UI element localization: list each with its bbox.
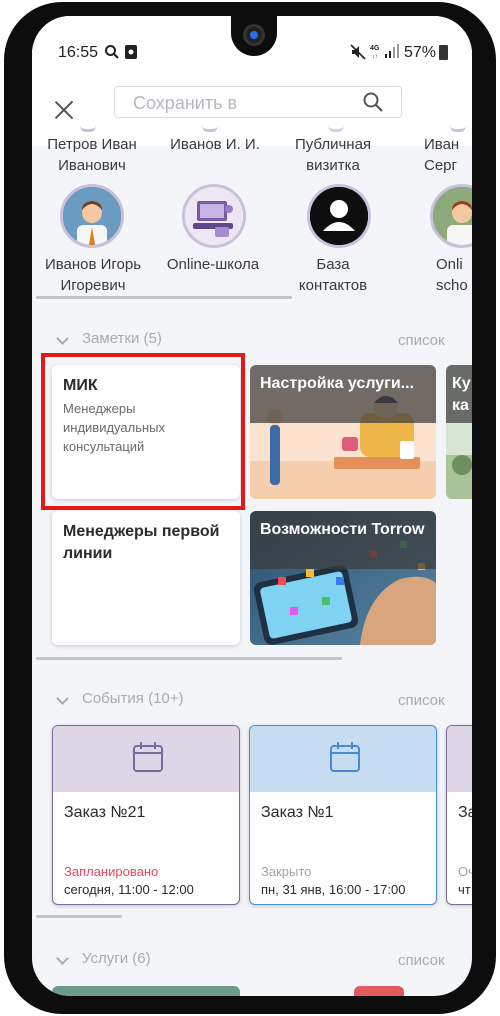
- events-list-link[interactable]: список: [398, 692, 445, 709]
- note-card[interactable]: Возможности Torrow: [250, 511, 436, 645]
- note-title: Настройка услуги...: [250, 365, 436, 423]
- notes-list-link[interactable]: список: [398, 332, 445, 349]
- event-card-header: [250, 726, 436, 792]
- event-status: Запланировано: [64, 864, 159, 879]
- search-status-icon: [105, 45, 119, 59]
- search-input[interactable]: [133, 91, 353, 115]
- service-card[interactable]: [354, 986, 404, 996]
- contact-item[interactable]: Online-школа: [158, 254, 268, 275]
- avatar[interactable]: [182, 184, 246, 248]
- person-avatar-icon: [433, 187, 472, 245]
- contact-name: Online-школа: [166, 256, 260, 273]
- note-title: Менеджеры первой линии: [63, 523, 220, 562]
- battery-icon: [439, 45, 448, 60]
- contact-name: Публичная визитка: [294, 136, 372, 174]
- note-card[interactable]: Ку ка: [446, 365, 472, 499]
- close-icon[interactable]: [52, 98, 76, 122]
- phone-screen: 16:55 4G ↓↑ 57% Петров Иван: [32, 16, 472, 996]
- user-icon: [310, 187, 368, 245]
- avatar[interactable]: [430, 184, 472, 248]
- contact-item[interactable]: Иванов Игорь Игоревич: [34, 254, 152, 296]
- services-header[interactable]: Услуги (6): [82, 950, 151, 967]
- power-button: [488, 262, 496, 372]
- scroll-indicator: [36, 657, 342, 660]
- event-status: Оч: [458, 864, 472, 879]
- scroll-indicator: [36, 296, 292, 299]
- calendar-icon: [330, 742, 360, 772]
- contact-item[interactable]: Иван Серг: [424, 134, 472, 176]
- event-status: Закрыто: [261, 864, 312, 879]
- school-avatar-icon: [185, 187, 243, 245]
- note-title: МИК: [63, 377, 98, 394]
- event-time: чт: [458, 882, 471, 897]
- app-status-icon: [125, 45, 137, 59]
- event-title: За: [458, 804, 472, 821]
- contact-name: Иван Серг: [424, 136, 460, 174]
- contact-item[interactable]: База контактов: [288, 254, 378, 296]
- contact-name: Петров Иван Иванович: [47, 136, 137, 174]
- event-title: Заказ №21: [64, 804, 146, 821]
- volume-button: [6, 226, 14, 306]
- event-time: сегодня, 11:00 - 12:00: [64, 882, 194, 897]
- chevron-down-icon[interactable]: [56, 332, 69, 345]
- contact-name: Иванов Игорь Игоревич: [44, 256, 142, 294]
- event-card[interactable]: Заказ №21 Запланировано сегодня, 11:00 -…: [52, 725, 240, 905]
- contact-item[interactable]: Onli scho: [436, 254, 472, 296]
- person-avatar-icon: [63, 187, 121, 245]
- service-card[interactable]: [52, 986, 240, 996]
- volume-button: [6, 322, 14, 396]
- event-card-header: [447, 726, 472, 792]
- event-card[interactable]: Заказ №1 Закрыто пн, 31 янв, 16:00 - 17:…: [249, 725, 437, 905]
- note-title: Ку ка: [446, 365, 472, 423]
- contact-name: Onli scho: [436, 256, 468, 294]
- contact-name: Иванов И. И.: [170, 136, 260, 153]
- avatar[interactable]: [307, 184, 371, 248]
- status-time: 16:55: [58, 44, 99, 61]
- contact-item[interactable]: Иванов И. И.: [160, 134, 270, 155]
- mute-icon: [350, 44, 366, 60]
- services-list-link[interactable]: список: [398, 952, 445, 969]
- event-time: пн, 31 янв, 16:00 - 17:00: [261, 882, 406, 897]
- avatar[interactable]: [60, 184, 124, 248]
- note-subtitle: Менеджеры индивидуальных консультаций: [63, 401, 166, 454]
- search-icon[interactable]: [363, 92, 383, 112]
- event-title: Заказ №1: [261, 804, 334, 821]
- notes-header[interactable]: Заметки (5): [82, 330, 162, 347]
- note-title: Возможности Torrow: [250, 511, 436, 569]
- note-card[interactable]: Менеджеры первой линии: [52, 511, 240, 645]
- event-card[interactable]: За Оч чт: [446, 725, 472, 905]
- contact-item[interactable]: Публичная визитка: [283, 134, 383, 176]
- battery-level: 57%: [404, 44, 437, 61]
- svg-text:4G: 4G: [370, 45, 380, 52]
- chevron-down-icon[interactable]: [56, 952, 69, 965]
- contact-item[interactable]: Петров Иван Иванович: [37, 134, 147, 176]
- signal-4g-icon: 4G ↓↑: [370, 44, 399, 60]
- note-card[interactable]: Настройка услуги...: [250, 365, 436, 499]
- chevron-down-icon[interactable]: [56, 692, 69, 705]
- contact-name: База контактов: [298, 256, 368, 294]
- calendar-icon: [133, 742, 163, 772]
- scroll-indicator: [36, 915, 122, 918]
- svg-text:↓↑: ↓↑: [372, 54, 378, 60]
- event-card-header: [53, 726, 239, 792]
- events-header[interactable]: События (10+): [82, 690, 184, 707]
- note-card[interactable]: МИК Менеджеры индивидуальных консультаци…: [52, 365, 240, 499]
- search-field[interactable]: [114, 86, 402, 118]
